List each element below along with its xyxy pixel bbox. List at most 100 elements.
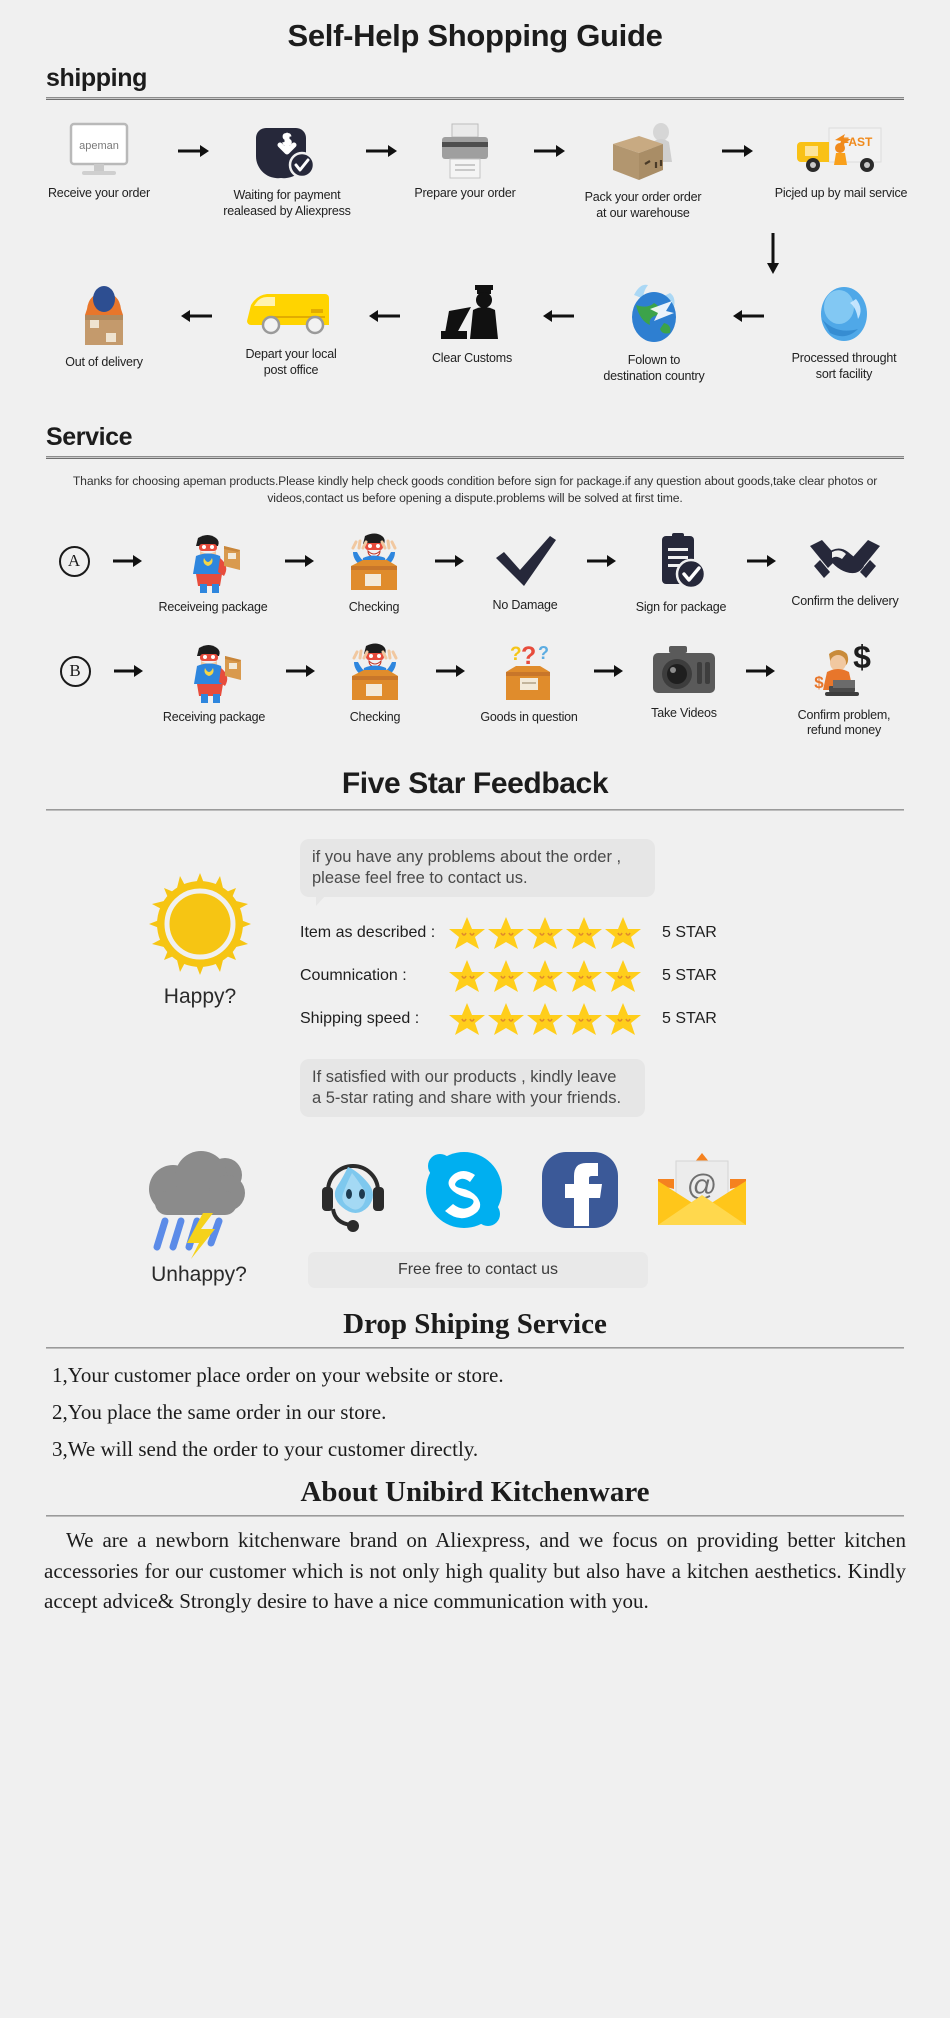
happy-indicator: Happy? bbox=[100, 839, 300, 1009]
arrow-right-icon bbox=[284, 664, 316, 678]
arrow-right-icon bbox=[111, 554, 143, 568]
monitor-apeman-icon: apeman bbox=[63, 122, 135, 180]
step-caption: Checking bbox=[349, 709, 401, 724]
shipping-step-picked-up: FAST Picjed up by mail service bbox=[756, 122, 926, 202]
svg-text:$: $ bbox=[853, 642, 871, 675]
blue-sphere-sort-icon bbox=[812, 283, 876, 345]
rating-row: Coumnication : 5 STAR bbox=[300, 958, 950, 994]
shipping-step-receive-order: apeman Receive your order bbox=[24, 122, 174, 202]
step-caption: Confirm problem, refund money bbox=[797, 707, 891, 738]
contact-panel: @ Free free to contact us bbox=[294, 1147, 950, 1289]
service-step-receiving-package-b: Receiving package bbox=[144, 642, 284, 726]
step-caption: Processed throught sort facility bbox=[791, 351, 897, 381]
rain-cloud-lightning-icon bbox=[149, 1151, 245, 1260]
row-a-badge: A bbox=[37, 532, 111, 577]
fast-delivery-truck-icon: FAST bbox=[795, 122, 887, 180]
service-step-take-videos: Take Videos bbox=[624, 642, 744, 722]
svg-text:?: ? bbox=[510, 644, 522, 665]
dropshipping-divider bbox=[46, 1347, 904, 1350]
arrow-right-icon bbox=[364, 144, 398, 158]
row-b-badge: B bbox=[38, 642, 112, 687]
step-caption: No Damage bbox=[492, 597, 558, 612]
service-step-no-damage: No Damage bbox=[465, 532, 585, 614]
contact-bar[interactable]: Free free to contact us bbox=[308, 1252, 648, 1289]
satisfied-bubble: If satisfied with our products , kindly … bbox=[300, 1058, 645, 1118]
svg-text:?: ? bbox=[538, 643, 549, 663]
step-caption: Folown to destination country bbox=[603, 353, 705, 383]
step-caption: Picjed up by mail service bbox=[774, 186, 908, 200]
arrow-right-icon bbox=[176, 144, 210, 158]
arrow-right-icon bbox=[532, 144, 566, 158]
step-caption: Waiting for payment realeased by Aliexpr… bbox=[223, 188, 351, 218]
step-caption: Depart your local post office bbox=[245, 347, 337, 377]
rating-row: Item as described : 5 STAR bbox=[300, 915, 950, 951]
shipping-step-prepare-order: Prepare your order bbox=[400, 122, 530, 202]
shipping-divider bbox=[46, 97, 904, 100]
step-caption: Out of delivery bbox=[65, 355, 143, 370]
service-section-header: Service bbox=[46, 423, 904, 452]
star-group bbox=[448, 1001, 648, 1037]
email-envelope-icon[interactable]: @ bbox=[654, 1149, 750, 1236]
step-caption: Clear Customs bbox=[431, 351, 513, 366]
arrow-right-icon bbox=[433, 554, 465, 568]
feedback-divider bbox=[46, 808, 904, 811]
courier-carrying-box-icon bbox=[73, 283, 135, 349]
step-caption: Take Videos bbox=[651, 705, 717, 720]
shipping-step-clear-customs: Clear Customs bbox=[404, 283, 540, 367]
step-caption: Receiving package bbox=[162, 709, 266, 724]
live-chat-headset-icon[interactable] bbox=[312, 1147, 390, 1238]
page-title: Self-Help Shopping Guide bbox=[287, 18, 663, 53]
arrow-right-icon bbox=[585, 554, 617, 568]
service-flow-row-a: A Receiveing package Checking No Damage … bbox=[0, 532, 950, 616]
hero-holding-package-icon bbox=[181, 642, 247, 704]
packing-box-worker-icon bbox=[605, 122, 681, 184]
globe-airplane-icon bbox=[620, 283, 688, 347]
hero-opening-box-icon bbox=[341, 532, 407, 594]
service-step-confirm-refund: $ $ Confirm problem, refund money bbox=[776, 642, 912, 739]
service-step-checking-a: Checking bbox=[315, 532, 433, 616]
badge-label: A bbox=[58, 545, 90, 577]
yellow-van-icon bbox=[245, 283, 337, 341]
step-caption: Checking bbox=[348, 599, 400, 614]
sun-icon bbox=[149, 872, 251, 975]
skype-icon[interactable] bbox=[422, 1148, 506, 1237]
star-group bbox=[448, 958, 648, 994]
arrow-left-icon bbox=[732, 309, 766, 323]
happy-feedback-block: Happy? if you have any problems about th… bbox=[0, 838, 950, 1118]
rating-value: 5 STAR bbox=[662, 966, 717, 984]
arrow-right-icon bbox=[744, 664, 776, 678]
arrow-left-icon bbox=[542, 309, 576, 323]
payment-shield-dollar-icon: $ bbox=[254, 122, 320, 182]
svg-text:apeman: apeman bbox=[79, 140, 119, 152]
about-heading: About Unibird Kitchenware bbox=[300, 1476, 650, 1509]
happy-label: Happy? bbox=[163, 984, 237, 1008]
service-divider bbox=[46, 455, 904, 459]
shipping-step-pack-order: Pack your order order at our warehouse bbox=[568, 122, 718, 221]
dropshipping-heading: Drop Shiping Service bbox=[343, 1308, 607, 1341]
about-body: We are a newborn kitchenware brand on Al… bbox=[44, 1528, 906, 1614]
shipping-flow-row-1: apeman Receive your order $ Waiting for … bbox=[0, 122, 950, 221]
help-bubble: if you have any problems about the order… bbox=[300, 838, 655, 907]
facebook-icon[interactable] bbox=[538, 1148, 622, 1237]
svg-text:$: $ bbox=[282, 130, 292, 150]
shipping-section-header: shipping bbox=[46, 64, 904, 93]
handshake-icon bbox=[806, 532, 884, 588]
step-caption: Sign for package bbox=[635, 599, 727, 614]
service-flow-row-b: B Receiving package Checking ? ? ? Goods… bbox=[0, 642, 950, 739]
rating-row: Shipping speed : 5 STAR bbox=[300, 1001, 950, 1037]
hero-holding-package-icon bbox=[180, 532, 246, 594]
check-mark-icon bbox=[492, 532, 558, 592]
star-group bbox=[448, 915, 648, 951]
service-heading: Service bbox=[46, 422, 133, 451]
rating-label: Shipping speed : bbox=[300, 1009, 420, 1027]
contact-icon-row: @ bbox=[294, 1147, 950, 1238]
hero-opening-box-icon bbox=[342, 642, 408, 704]
customs-officer-icon bbox=[435, 283, 509, 345]
step-caption: Pack your order order at our warehouse bbox=[584, 190, 702, 220]
step-caption: Prepare your order bbox=[414, 186, 516, 200]
unhappy-label: Unhappy? bbox=[151, 1263, 247, 1287]
arrow-left-icon bbox=[180, 309, 214, 323]
rating-label: Item as described : bbox=[300, 923, 436, 941]
shipping-step-sort-facility: Processed throught sort facility bbox=[768, 283, 920, 382]
shipping-heading: shipping bbox=[46, 64, 147, 92]
